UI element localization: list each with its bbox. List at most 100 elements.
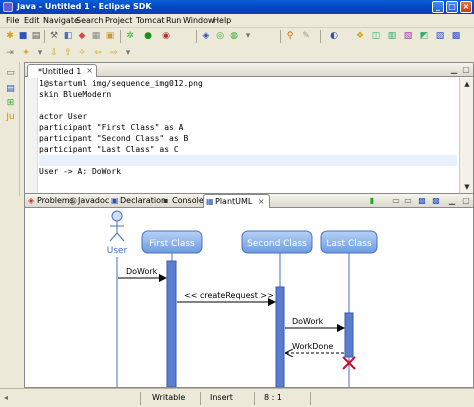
- new-package-icon[interactable]: ◎: [214, 30, 226, 42]
- print-icon[interactable]: ▤: [30, 30, 42, 42]
- status-cursor-position: 8 : 1: [264, 393, 282, 402]
- code-line: participant "Second Class" as B: [39, 134, 189, 143]
- participant-second-class: Second Class: [241, 230, 313, 254]
- editor-area: *Untitled 1 × ▁ ▢ 1@startuml img/sequenc…: [24, 62, 474, 195]
- svg-text:WorkDone: WorkDone: [292, 342, 333, 351]
- tab-plantuml[interactable]: ▦PlantUML ×: [203, 194, 270, 208]
- code-text[interactable]: 1@startuml img/sequence_img012.png skin …: [39, 78, 457, 194]
- external-tools-icon[interactable]: ◉: [160, 30, 172, 42]
- menu-help[interactable]: Help: [213, 16, 231, 25]
- hierarchy-icon[interactable]: ⊞: [5, 98, 16, 109]
- message-dowork-1: DoWork: [118, 267, 167, 282]
- svg-text:<< createRequest >>: << createRequest >>: [184, 291, 274, 300]
- editor-tab-untitled[interactable]: *Untitled 1 ×: [27, 64, 97, 77]
- prev-annotation-icon[interactable]: ⇧: [62, 47, 74, 59]
- restore-icon[interactable]: ▭: [5, 68, 16, 79]
- browsing-icon[interactable]: ▥: [386, 30, 398, 42]
- menu-window[interactable]: Window: [183, 16, 215, 25]
- editor-scrollbar[interactable]: ▲ ▼: [459, 78, 473, 194]
- pin-icon[interactable]: ⇥: [4, 47, 16, 59]
- status-bar: ◂ Writable Insert 8 : 1: [0, 388, 474, 407]
- fast-view-icon[interactable]: ◂: [4, 393, 8, 402]
- forward-dropdown-icon[interactable]: ▾: [122, 47, 134, 59]
- code-line: participant "First Class" as A: [39, 123, 184, 132]
- view-menu-icon[interactable]: ▭: [391, 196, 401, 206]
- activation-first-class: [166, 260, 177, 387]
- close-button[interactable]: ×: [460, 1, 472, 13]
- bottom-panel: ◈ Problems @Javadoc ▣Declaration ▪ Console…: [24, 193, 474, 388]
- scroll-up-icon[interactable]: ▲: [462, 79, 472, 89]
- window-title: Java - Untitled 1 - Eclipse SDK: [17, 2, 152, 11]
- back-icon[interactable]: ⇦: [92, 47, 104, 59]
- menu-tomcat[interactable]: Tomcat: [136, 16, 165, 25]
- package-explorer-icon[interactable]: ▤: [5, 84, 16, 95]
- svn-icon[interactable]: ▨: [434, 30, 446, 42]
- perspective-icon[interactable]: ◐: [328, 30, 340, 42]
- menu-search[interactable]: Search: [76, 16, 103, 25]
- search-icon[interactable]: ⚲: [284, 30, 296, 42]
- last-edit-icon[interactable]: ✧: [76, 47, 88, 59]
- tab-console[interactable]: ▪ Console: [163, 196, 204, 205]
- minimize-button[interactable]: _: [432, 1, 444, 13]
- java-perspective-icon[interactable]: ◫: [370, 30, 382, 42]
- cube-icon[interactable]: ◆: [76, 30, 88, 42]
- maximize-button[interactable]: □: [446, 1, 458, 13]
- activation-last-class: [344, 312, 354, 358]
- copy-icon[interactable]: ▩: [431, 196, 441, 206]
- code-line: User -> A: DoWork: [39, 167, 121, 176]
- new-icon[interactable]: ✱: [4, 30, 16, 42]
- participant-label: Second Class: [247, 239, 307, 249]
- scroll-down-icon[interactable]: ▼: [462, 182, 472, 192]
- declaration-icon: ▣: [111, 196, 119, 205]
- debug-icon[interactable]: ✲: [124, 30, 136, 42]
- brush-icon[interactable]: ✎: [300, 30, 312, 42]
- console-icon: ▪: [163, 196, 169, 205]
- plantuml-icon: ▦: [206, 197, 214, 206]
- toggle-icon[interactable]: ▭: [403, 196, 413, 206]
- export-icon[interactable]: ▩: [417, 196, 427, 206]
- sync-icon[interactable]: ◩: [418, 30, 430, 42]
- new-java-project-icon[interactable]: ◈: [200, 30, 212, 42]
- tab-declaration[interactable]: ▣Declaration: [111, 196, 166, 205]
- menu-file[interactable]: File: [6, 16, 19, 25]
- actor-label: User: [107, 246, 128, 256]
- maximize-view-icon[interactable]: ▢: [461, 196, 471, 206]
- close-tab-icon[interactable]: ×: [86, 66, 93, 75]
- open-type-icon[interactable]: ▾: [242, 30, 254, 42]
- forward-icon[interactable]: ⇨: [108, 47, 120, 59]
- next-annotation-icon[interactable]: ⇩: [48, 47, 60, 59]
- menu-navigate[interactable]: Navigate: [43, 16, 79, 25]
- save-icon[interactable]: ■: [17, 30, 29, 42]
- menu-edit[interactable]: Edit: [24, 16, 40, 25]
- minimize-editor-icon[interactable]: ▁: [449, 65, 459, 75]
- tab-problems[interactable]: ◈ Problems: [28, 196, 74, 205]
- activation-second-class: [275, 286, 285, 387]
- folder-icon[interactable]: ▣: [104, 30, 116, 42]
- menu-project[interactable]: Project: [105, 16, 132, 25]
- cvs-icon[interactable]: ▩: [450, 30, 462, 42]
- dropdown-icon[interactable]: ▾: [34, 47, 46, 59]
- menu-run[interactable]: Run: [166, 16, 181, 25]
- participant-last-class: Last Class: [320, 230, 378, 254]
- new-class-icon[interactable]: ◍: [228, 30, 240, 42]
- secondary-toolbar: ⇥ ✦ ▾ ⇩ ⇧ ✧ ⇦ ⇨ ▾: [0, 45, 474, 62]
- bulb-icon[interactable]: ✦: [20, 47, 32, 59]
- wrench-icon[interactable]: ⚒: [48, 30, 60, 42]
- debug-perspective-icon[interactable]: ▧: [402, 30, 414, 42]
- tab-javadoc[interactable]: @Javadoc: [69, 196, 109, 205]
- svg-text:DoWork: DoWork: [126, 267, 158, 276]
- run-icon[interactable]: ●: [142, 30, 154, 42]
- minimize-view-icon[interactable]: ▁: [447, 196, 457, 206]
- at-icon: @: [69, 196, 77, 205]
- actor-user: User: [107, 210, 128, 256]
- team-icon[interactable]: ❖: [354, 30, 366, 42]
- grid-icon[interactable]: ▦: [90, 30, 102, 42]
- title-bar: Java - Untitled 1 - Eclipse SDK _ □ ×: [0, 0, 474, 14]
- traffic-light-icon[interactable]: ▮: [367, 196, 377, 206]
- junit-icon[interactable]: Ju: [5, 112, 16, 123]
- code-line: participant "Last Class" as C: [39, 145, 179, 154]
- maximize-editor-icon[interactable]: ▢: [461, 65, 471, 75]
- toggle-icon[interactable]: ◧: [62, 30, 74, 42]
- close-tab-icon[interactable]: ×: [258, 197, 265, 206]
